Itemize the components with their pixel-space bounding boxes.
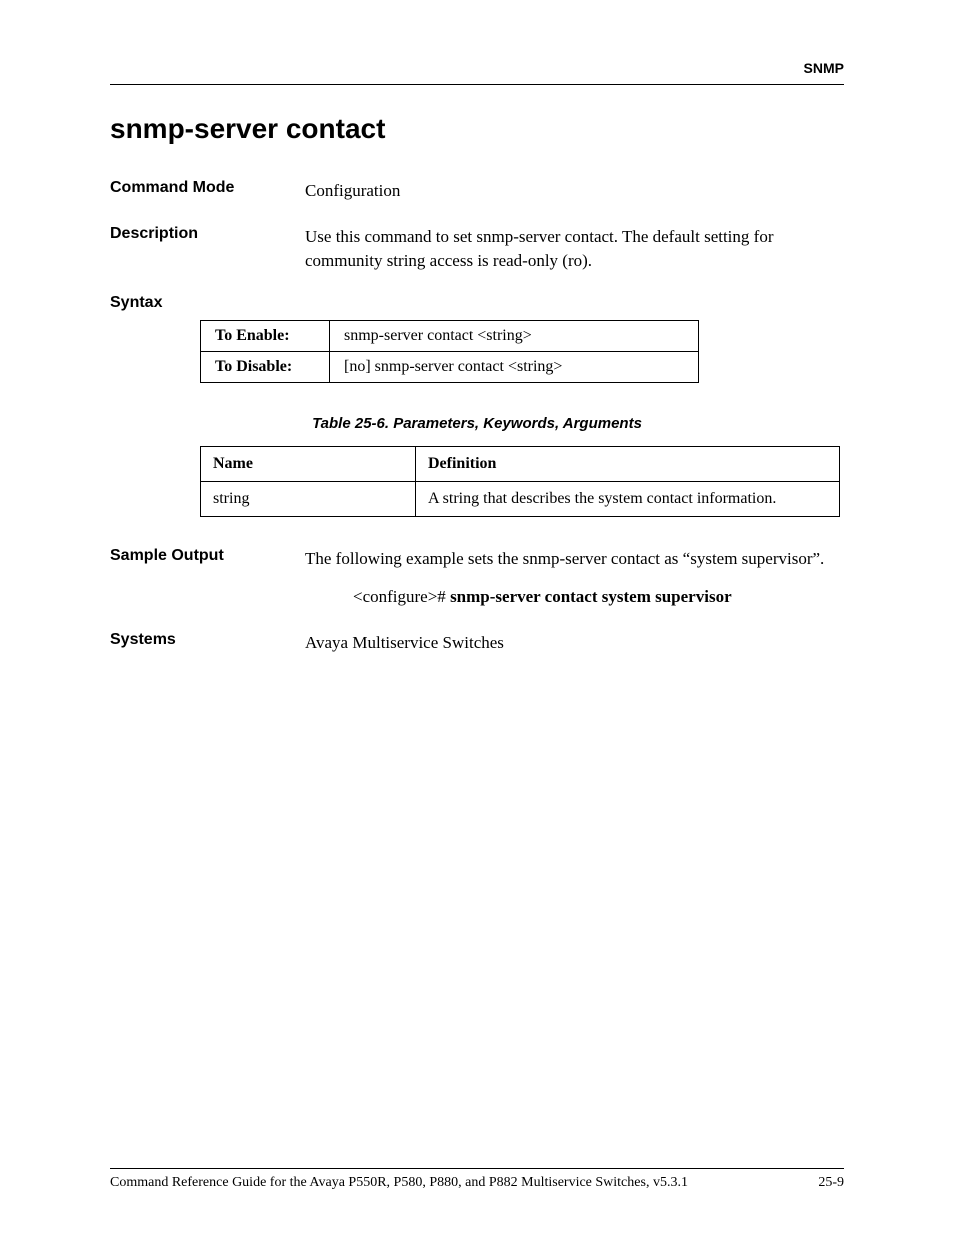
- param-header-name: Name: [201, 447, 416, 482]
- syntax-enable-label: To Enable:: [201, 321, 330, 352]
- command-mode-value: Configuration: [305, 179, 844, 203]
- sample-prompt: <configure>#: [353, 587, 450, 606]
- description-row: Description Use this command to set snmp…: [110, 225, 844, 273]
- systems-row: Systems Avaya Multiservice Switches: [110, 631, 844, 655]
- sample-output-code: <configure># snmp-server contact system …: [353, 585, 844, 609]
- systems-label: Systems: [110, 631, 305, 655]
- systems-value: Avaya Multiservice Switches: [305, 631, 844, 655]
- syntax-table: To Enable: snmp-server contact <string> …: [200, 320, 699, 383]
- command-mode-row: Command Mode Configuration: [110, 179, 844, 203]
- page-title: snmp-server contact: [110, 113, 844, 145]
- syntax-row: Syntax: [110, 294, 844, 312]
- syntax-disable-label: To Disable:: [201, 352, 330, 383]
- footer-right: 25-9: [818, 1175, 844, 1191]
- table-row: To Enable: snmp-server contact <string>: [201, 321, 699, 352]
- description-value: Use this command to set snmp-server cont…: [305, 225, 844, 273]
- syntax-disable-value: [no] snmp-server contact <string>: [330, 352, 699, 383]
- syntax-label: Syntax: [110, 294, 305, 312]
- sample-output-row: Sample Output The following example sets…: [110, 547, 844, 609]
- table-header-row: Name Definition: [201, 447, 840, 482]
- footer-left: Command Reference Guide for the Avaya P5…: [110, 1175, 688, 1191]
- table-row: To Disable: [no] snmp-server contact <st…: [201, 352, 699, 383]
- table-row: string A string that describes the syste…: [201, 482, 840, 517]
- syntax-enable-value: snmp-server contact <string>: [330, 321, 699, 352]
- header-rule: [110, 84, 844, 85]
- description-label: Description: [110, 225, 305, 273]
- sample-command: snmp-server contact system supervisor: [450, 587, 732, 606]
- footer-rule: [110, 1168, 844, 1169]
- param-table: Name Definition string A string that des…: [200, 446, 840, 517]
- param-definition: A string that describes the system conta…: [416, 482, 840, 517]
- param-table-caption: Table 25-6. Parameters, Keywords, Argume…: [110, 415, 844, 432]
- sample-output-intro: The following example sets the snmp-serv…: [305, 549, 824, 568]
- param-name: string: [201, 482, 416, 517]
- sample-output-label: Sample Output: [110, 547, 305, 609]
- param-header-definition: Definition: [416, 447, 840, 482]
- command-mode-label: Command Mode: [110, 179, 305, 203]
- page-footer: Command Reference Guide for the Avaya P5…: [110, 1168, 844, 1191]
- chapter-header: SNMP: [110, 60, 844, 76]
- sample-output-value: The following example sets the snmp-serv…: [305, 547, 844, 609]
